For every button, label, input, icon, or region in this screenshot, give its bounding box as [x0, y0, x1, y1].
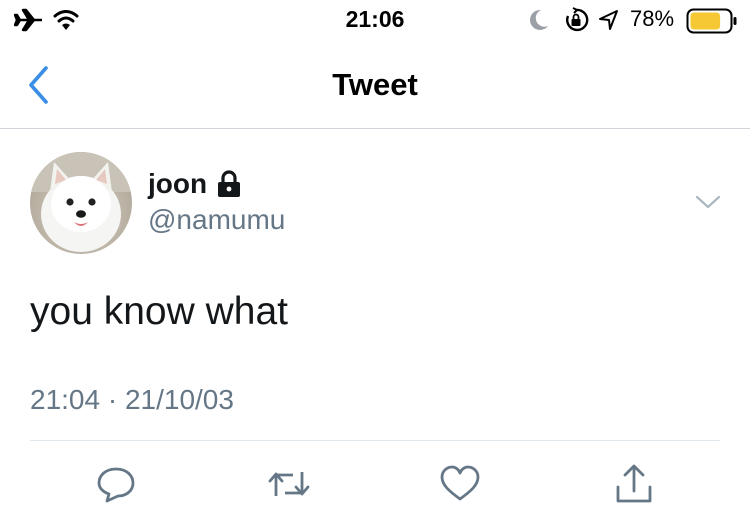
share-button[interactable] — [612, 462, 656, 506]
nav-bar: Tweet — [0, 40, 750, 129]
more-options-button[interactable] — [695, 192, 721, 212]
display-name[interactable]: joon — [148, 168, 207, 200]
battery-icon — [686, 8, 738, 39]
author-name-row: joon — [148, 166, 241, 202]
lock-icon — [217, 170, 241, 198]
avatar[interactable] — [30, 152, 132, 254]
share-icon — [616, 464, 652, 503]
retweet-button[interactable] — [267, 462, 311, 506]
divider — [30, 440, 720, 441]
like-button[interactable] — [438, 462, 482, 506]
location-icon — [598, 9, 620, 36]
chevron-down-icon — [695, 195, 721, 209]
reply-button[interactable] — [94, 462, 138, 506]
heart-icon — [440, 465, 480, 501]
battery-percent: 78% — [630, 6, 675, 31]
reply-icon — [97, 467, 135, 503]
tweet-timestamp[interactable]: 21:04 · 21/10/03 — [30, 384, 234, 416]
rotation-lock-icon — [563, 7, 589, 38]
page-title: Tweet — [332, 67, 418, 102]
retweet-icon — [268, 472, 310, 496]
tweet-text: you know what — [30, 290, 288, 333]
status-bar: 21:06 78% — [0, 0, 750, 40]
user-handle[interactable]: @namumu — [148, 204, 285, 236]
moon-icon — [528, 8, 550, 37]
